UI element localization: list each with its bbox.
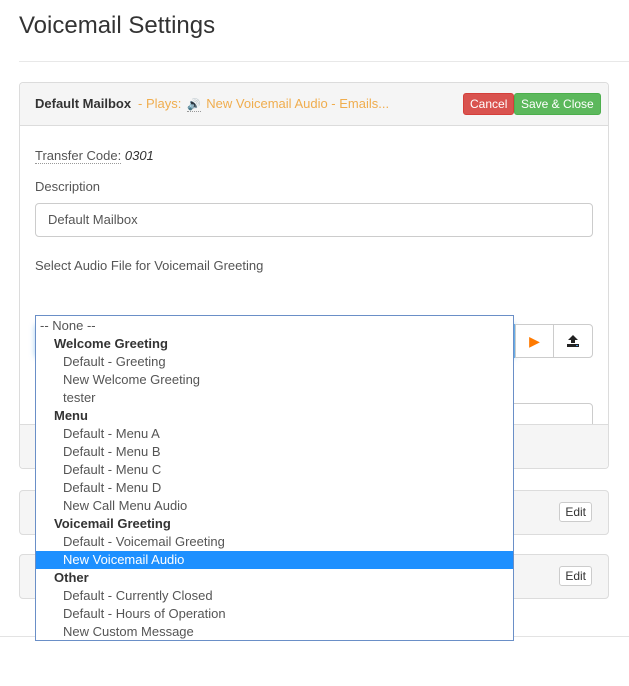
description-label: Description: [35, 179, 101, 194]
edit-button[interactable]: Edit: [559, 566, 592, 586]
edit-button[interactable]: Edit: [559, 502, 592, 522]
transfer-code: Transfer Code: 0301: [35, 148, 154, 164]
plays-prefix: - Plays:: [138, 96, 182, 111]
dropdown-optgroup-label: Welcome Greeting: [54, 336, 168, 351]
dropdown-option[interactable]: tester: [36, 389, 513, 407]
transfer-code-label: Transfer Code:: [35, 148, 122, 164]
dropdown-option[interactable]: New Custom Message: [36, 623, 513, 641]
speaker-icon[interactable]: 🔊: [186, 98, 201, 112]
description-input[interactable]: Default Mailbox: [35, 203, 593, 237]
transfer-code-value: 0301: [124, 148, 154, 163]
mailbox-panel-header: Default Mailbox - Plays: 🔊 New Voicemail…: [20, 83, 608, 126]
audio-file-label: Select Audio File for Voicemail Greeting: [35, 258, 264, 273]
play-audio-button[interactable]: ▶: [515, 324, 554, 358]
dropdown-option[interactable]: Default - Hours of Operation: [36, 605, 513, 623]
save-and-close-button[interactable]: Save & Close: [514, 93, 601, 115]
cancel-button[interactable]: Cancel: [463, 93, 515, 115]
upload-audio-button[interactable]: [553, 324, 593, 358]
audio-file-dropdown-list[interactable]: -- None -- Welcome Greeting Default - Gre…: [35, 315, 514, 641]
play-icon: ▶: [529, 333, 540, 349]
dropdown-option[interactable]: Default - Menu C: [36, 461, 513, 479]
dropdown-option[interactable]: Default - Voicemail Greeting: [36, 533, 513, 551]
mailbox-name: Default Mailbox: [35, 96, 132, 111]
dropdown-option-none[interactable]: -- None --: [36, 317, 513, 335]
title-divider: [19, 61, 629, 62]
dropdown-optgroup-label: Other: [54, 570, 89, 585]
page-title: Voicemail Settings: [19, 12, 216, 39]
plays-info: - Plays: 🔊 New Voicemail Audio - Emails.…: [138, 96, 389, 112]
dropdown-option[interactable]: Default - Menu D: [36, 479, 513, 497]
dropdown-option[interactable]: Default - Menu A: [36, 425, 513, 443]
upload-icon: [567, 335, 579, 347]
dropdown-optgroup-label: Menu: [54, 408, 88, 423]
dropdown-optgroup-label: Voicemail Greeting: [54, 516, 171, 531]
plays-audio-text: New Voicemail Audio - Emails...: [206, 96, 390, 111]
dropdown-option[interactable]: New Welcome Greeting: [36, 371, 513, 389]
dropdown-option[interactable]: New Call Menu Audio: [36, 497, 513, 515]
dropdown-option-selected[interactable]: New Voicemail Audio: [36, 551, 513, 569]
dropdown-option[interactable]: Default - Greeting: [36, 353, 513, 371]
dropdown-option[interactable]: Default - Menu B: [36, 443, 513, 461]
dropdown-option[interactable]: Default - Currently Closed: [36, 587, 513, 605]
